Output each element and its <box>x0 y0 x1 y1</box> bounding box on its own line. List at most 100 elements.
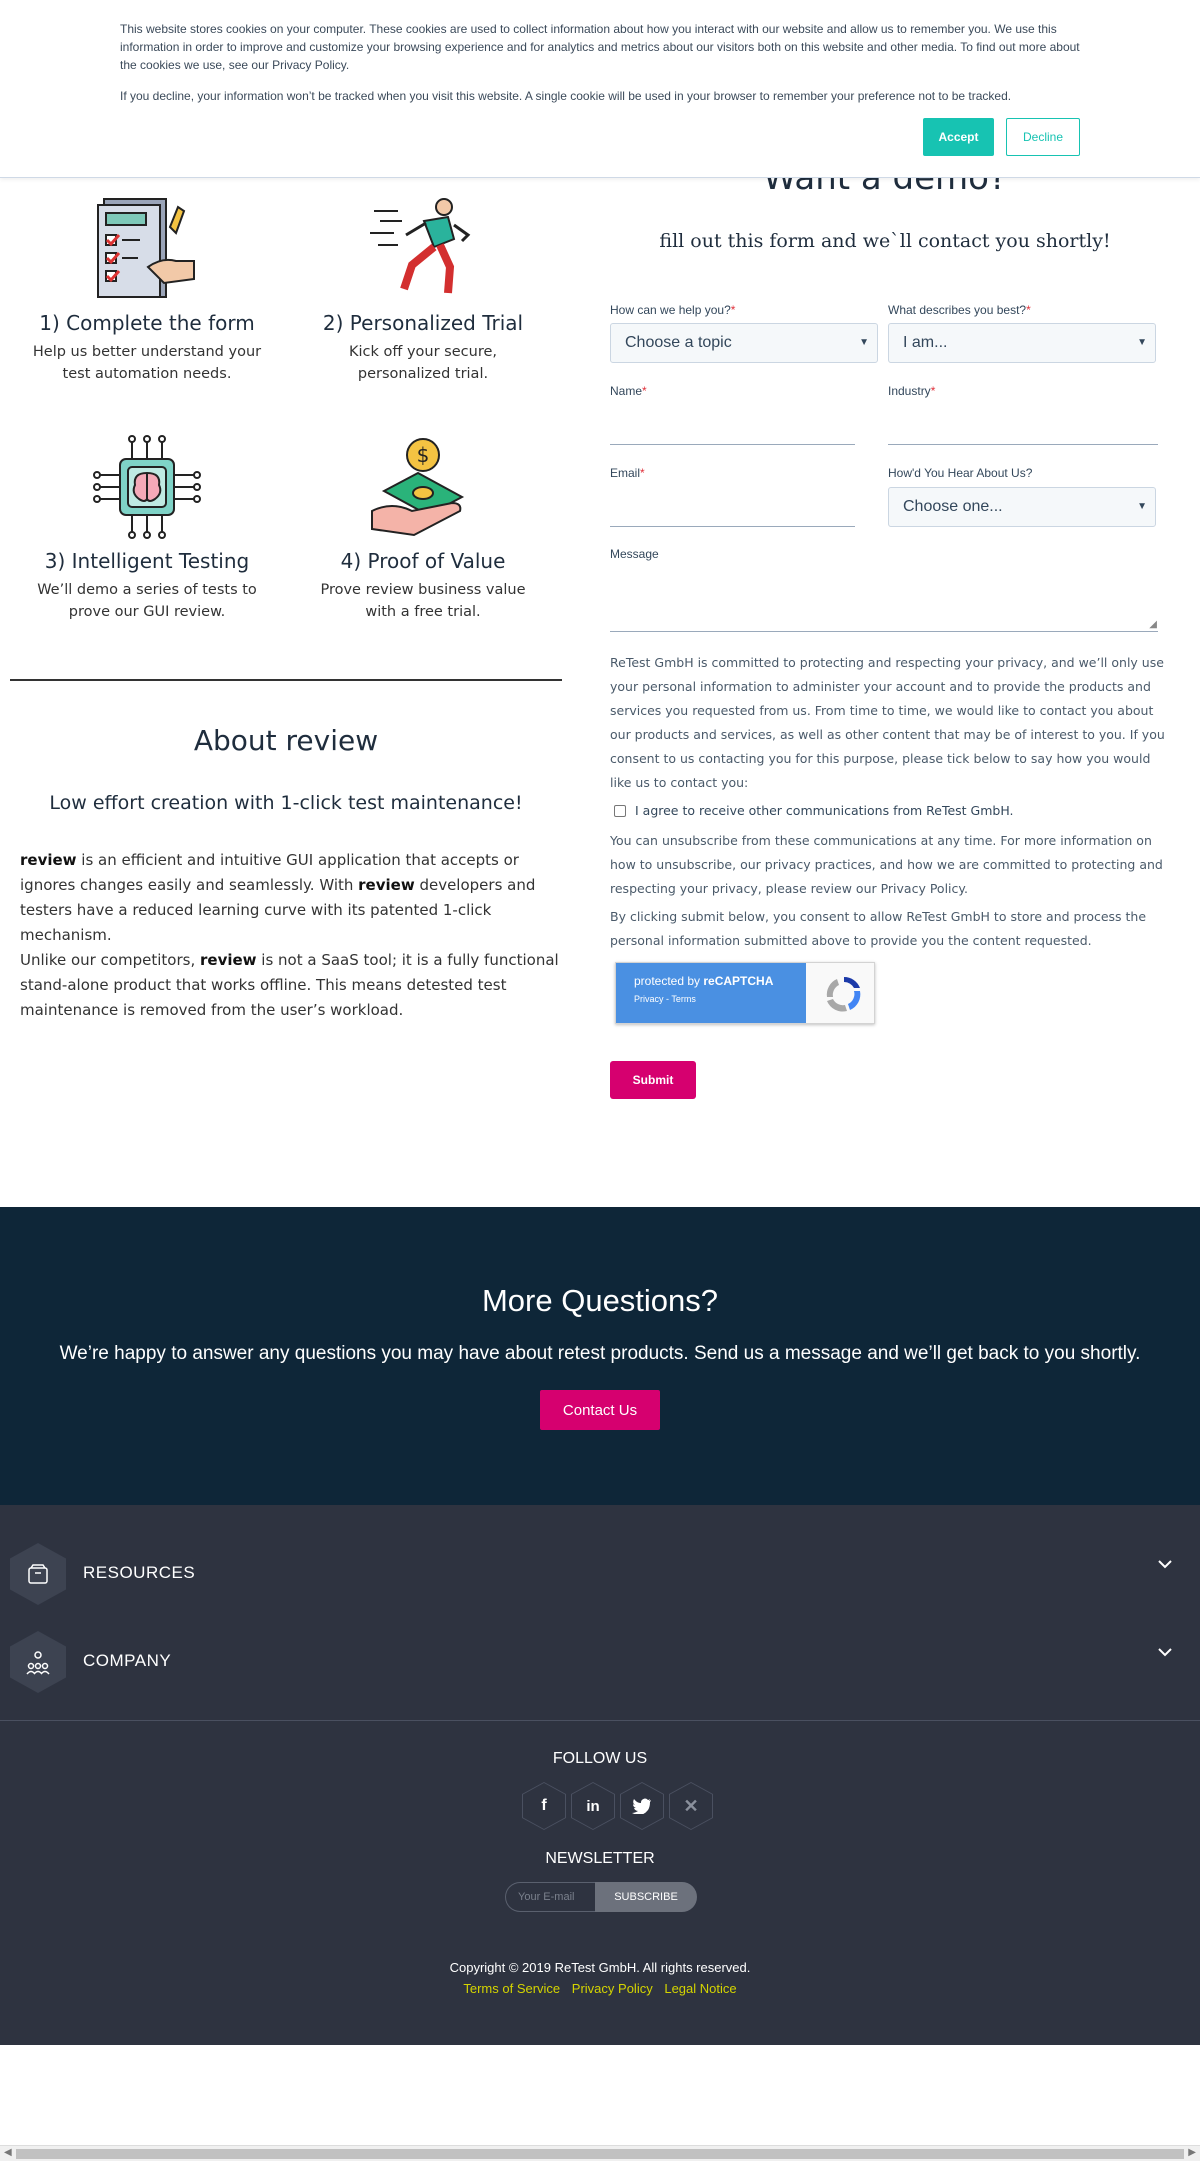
name-label: Name* <box>610 384 647 398</box>
caret-down-icon: ▼ <box>859 337 869 348</box>
accordion-label: RESOURCES <box>83 1563 196 1582</box>
about-title: About review <box>193 724 379 757</box>
footer: RESOURCES COMPANY FOLLOW US f in ✕ NEWSL… <box>0 1505 1200 2045</box>
submit-consent-text: By clicking submit below, you consent to… <box>610 909 1147 948</box>
caret-down-icon: ▼ <box>1137 337 1147 348</box>
linkedin-icon[interactable]: in <box>571 1782 615 1830</box>
accordion-resources[interactable]: RESOURCES <box>0 1535 1200 1621</box>
hear-label: How'd You Hear About Us? <box>888 466 1033 480</box>
required-mark: * <box>642 384 647 398</box>
required-mark: * <box>730 303 736 317</box>
demo-subtitle: fill out this form and we`ll contact you… <box>659 230 1111 252</box>
facebook-icon[interactable]: f <box>522 1782 566 1830</box>
step-intelligent-testing: 3) Intelligent Testing We’ll demo a seri… <box>27 435 267 623</box>
terms-link[interactable]: Terms of Service <box>463 1981 560 1996</box>
more-questions-section: More Questions? We’re happy to answer an… <box>0 1207 1200 1505</box>
accordion-company[interactable]: COMPANY <box>0 1623 1200 1709</box>
email-label: Email* <box>610 466 645 480</box>
describe-select[interactable]: I am... ▼ <box>888 323 1156 363</box>
select-value: Choose a topic <box>625 334 732 351</box>
decline-button[interactable]: Decline <box>1006 118 1080 156</box>
product-name: review <box>20 851 77 869</box>
twitter-icon[interactable] <box>620 1782 664 1830</box>
newsletter-email-input[interactable]: Your E-mail <box>505 1882 595 1912</box>
accordion-label: COMPANY <box>83 1651 172 1670</box>
recaptcha-badge[interactable]: protected by reCAPTCHA Privacy - Terms <box>615 962 875 1024</box>
checklist-icon <box>97 198 195 298</box>
about-text: Unlike our competitors, <box>20 951 200 969</box>
label-text: Email <box>610 466 641 480</box>
team-icon <box>10 1631 66 1693</box>
about-paragraph-2: Unlike our competitors, review is not a … <box>20 948 560 1023</box>
topic-select[interactable]: Choose a topic ▼ <box>610 323 878 363</box>
accept-button[interactable]: Accept <box>923 118 994 156</box>
legal-notice-link[interactable]: Legal Notice <box>664 1981 736 1996</box>
step-title: 4) Proof of Value <box>340 549 506 573</box>
step-title: 1) Complete the form <box>39 311 255 335</box>
brain-chip-icon <box>93 435 201 539</box>
email-field[interactable] <box>610 501 855 527</box>
cookie-text: This website stores cookies on your comp… <box>120 22 1080 72</box>
help-label: How can we help you?* <box>610 303 735 317</box>
consent-checkbox[interactable] <box>614 805 626 817</box>
recaptcha-prefix: protected by <box>634 974 704 988</box>
step-description: We’ll demo a series of tests to prove ou… <box>37 582 257 620</box>
scrollbar-thumb[interactable] <box>16 2149 1184 2159</box>
recaptcha-text: protected by reCAPTCHA <box>634 974 806 988</box>
product-name: review <box>358 876 415 894</box>
chevron-down-icon[interactable] <box>1158 1559 1172 1569</box>
chevron-down-icon[interactable] <box>1158 1647 1172 1657</box>
label-text: How can we help you? <box>610 303 731 317</box>
money-hand-icon: $ <box>371 438 465 537</box>
about-subtitle: Low effort creation with 1-click test ma… <box>49 792 523 814</box>
industry-label: Industry* <box>888 384 935 398</box>
industry-field[interactable] <box>888 419 1158 445</box>
svg-text:$: $ <box>417 443 430 467</box>
consent-checkbox-label: I agree to receive other communications … <box>635 803 1014 818</box>
xing-icon[interactable]: ✕ <box>669 1782 713 1830</box>
newsletter-heading: NEWSLETTER <box>545 1850 655 1867</box>
cookie-banner: This website stores cookies on your comp… <box>0 0 1200 178</box>
footer-divider <box>0 1720 1200 1721</box>
privacy-link[interactable]: Privacy Policy <box>572 1981 653 1996</box>
horizontal-scrollbar[interactable]: ◀ ▶ <box>0 2145 1200 2161</box>
step-proof-of-value: $ 4) Proof of Value Prove review busines… <box>303 435 543 623</box>
caret-down-icon: ▼ <box>1137 501 1147 512</box>
section-divider <box>10 679 562 681</box>
scroll-right-icon[interactable]: ▶ <box>1188 2147 1196 2158</box>
hear-select[interactable]: Choose one... ▼ <box>888 487 1156 527</box>
step-personalized-trial: 2) Personalized Trial Kick off your secu… <box>303 197 543 385</box>
step-title: 3) Intelligent Testing <box>44 549 250 573</box>
required-mark: * <box>640 466 645 480</box>
label-text: What describes you best? <box>888 303 1027 317</box>
message-label: Message <box>610 547 659 561</box>
box-icon <box>10 1543 66 1605</box>
privacy-text: ReTest GmbH is committed to protecting a… <box>610 655 1165 790</box>
step-complete-form: 1) Complete the form Help us better unde… <box>27 197 267 385</box>
recaptcha-brand: reCAPTCHA <box>703 974 774 988</box>
step-description: Help us better understand your test auto… <box>32 344 262 382</box>
label-text: Industry <box>888 384 931 398</box>
resize-grip-icon[interactable]: ◢ <box>1149 619 1157 630</box>
scroll-left-icon[interactable]: ◀ <box>4 2147 12 2158</box>
message-textarea[interactable]: ◢ <box>610 570 1158 632</box>
describe-label: What describes you best?* <box>888 303 1031 317</box>
name-field[interactable] <box>610 419 855 445</box>
step-description: Prove review business value with a free … <box>320 582 526 620</box>
about-paragraph-1: review is an efficient and intuitive GUI… <box>20 848 560 948</box>
copyright: Copyright © 2019 ReTest GmbH. All rights… <box>449 1960 751 1975</box>
label-text: Name <box>610 384 643 398</box>
select-value: Choose one... <box>903 498 1003 515</box>
runner-icon <box>370 198 471 294</box>
recaptcha-links[interactable]: Privacy - Terms <box>634 994 806 1004</box>
step-title: 2) Personalized Trial <box>322 311 524 335</box>
more-questions-title: More Questions? <box>481 1283 719 1318</box>
step-description: Kick off your secure, personalized trial… <box>348 344 497 382</box>
follow-us-heading: FOLLOW US <box>552 1750 648 1767</box>
contact-us-button[interactable]: Contact Us <box>540 1390 660 1430</box>
select-value: I am... <box>903 334 948 351</box>
more-questions-text: We’re happy to answer any questions you … <box>59 1343 1141 1364</box>
submit-button[interactable]: Submit <box>610 1061 696 1099</box>
subscribe-button[interactable]: SUBSCRIBE <box>595 1882 697 1912</box>
unsubscribe-text: You can unsubscribe from these communica… <box>610 833 1163 896</box>
